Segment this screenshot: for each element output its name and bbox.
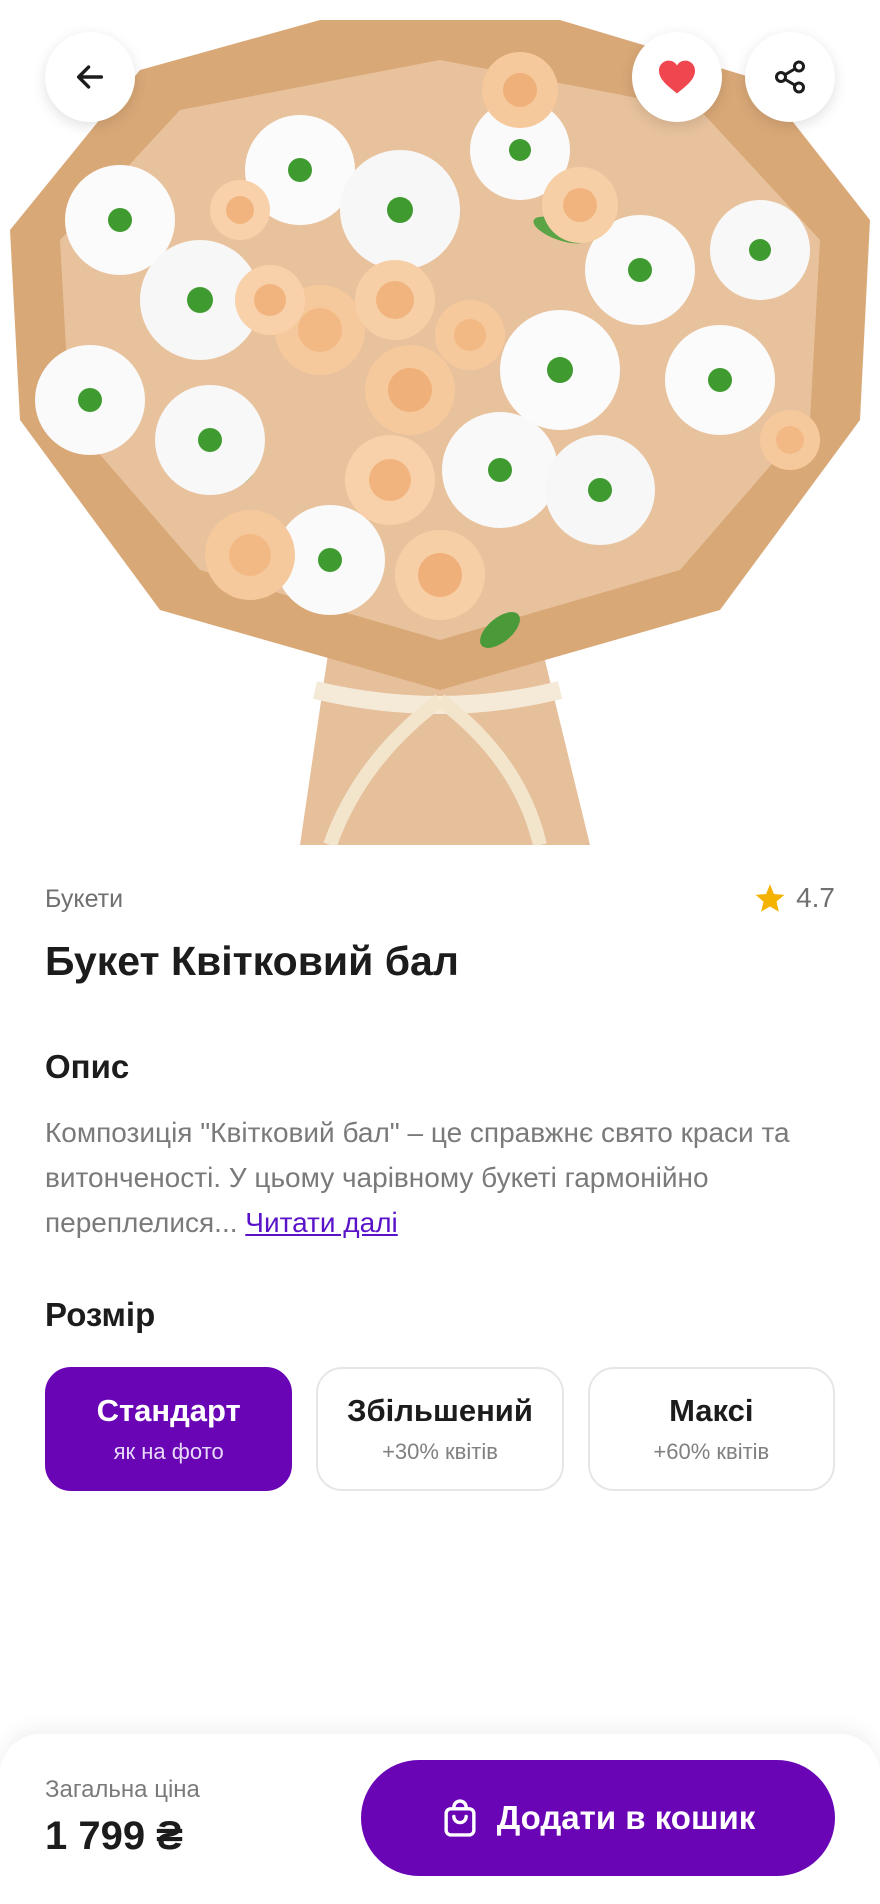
size-option-subtitle: +30% квітів [382,1439,498,1464]
size-option-title: Максі [669,1393,754,1428]
size-option-subtitle: як на фото [113,1439,224,1464]
heart-icon [659,60,695,94]
size-option-standard[interactable]: Стандарт як на фото [45,1367,293,1491]
share-button[interactable] [745,32,835,122]
product-rating: 4.7 [754,882,835,914]
back-button[interactable] [45,32,135,122]
rating-value: 4.7 [796,882,835,913]
bouquet-illustration [10,20,870,845]
product-image [0,0,880,845]
favorite-button[interactable] [632,32,722,122]
product-title: Букет Квітковий бал [45,938,459,984]
add-to-cart-button[interactable]: Додати в кошик [361,1760,835,1876]
description-text: Композиція "Квітковий бал" – це справжнє… [45,1110,845,1245]
star-icon [755,884,785,912]
shopping-bag-icon [444,1799,476,1837]
read-more-link[interactable]: Читати далі [245,1207,397,1238]
size-options: Стандарт як на фото Збільшений +30% квіт… [45,1367,835,1491]
size-option-maxi[interactable]: Максі +60% квітів [587,1367,835,1491]
description-heading: Опис [45,1048,130,1085]
checkout-bar: Загальна ціна 1 799 ₴ Додати в кошик [0,1734,880,1904]
arrow-left-icon [76,65,104,89]
description-body: Композиція "Квітковий бал" – це справжнє… [45,1117,790,1238]
product-category: Букети [45,885,124,913]
size-option-subtitle: +60% квітів [653,1439,770,1464]
total-label: Загальна ціна [45,1776,200,1803]
size-option-title: Збільшений [347,1393,533,1428]
size-option-enlarged[interactable]: Збільшений +30% квітів [316,1367,564,1491]
size-option-title: Стандарт [96,1393,241,1428]
share-icon [775,60,805,94]
size-heading: Розмір [45,1296,156,1333]
total-price: 1 799 ₴ [45,1814,183,1858]
add-to-cart-label: Додати в кошик [496,1799,756,1836]
